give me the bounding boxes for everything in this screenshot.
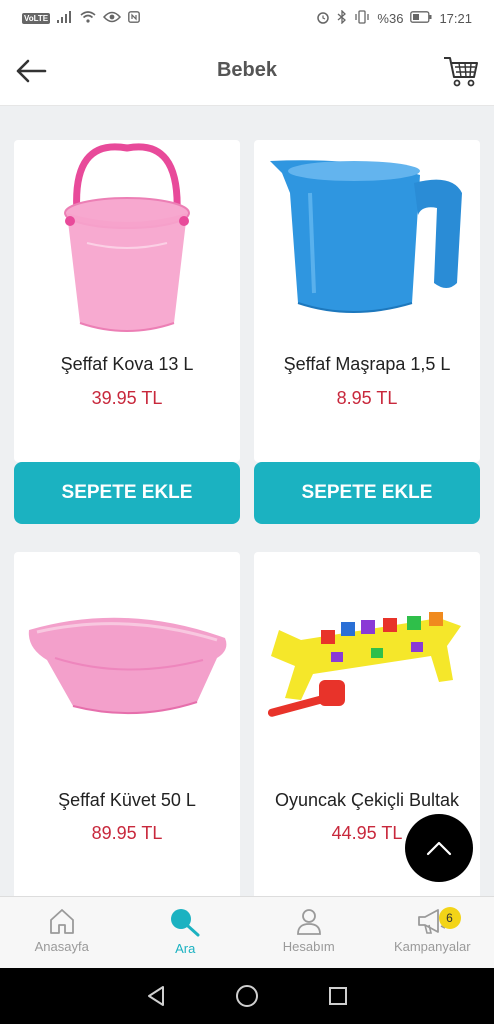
battery-percent: %36 bbox=[377, 10, 404, 26]
nav-label: Kampanyalar bbox=[393, 939, 471, 954]
system-recents-button[interactable] bbox=[323, 981, 353, 1011]
page-title: Bebek bbox=[216, 59, 278, 81]
status-right: %36 17:21 bbox=[316, 8, 472, 27]
bluetooth-icon bbox=[337, 8, 347, 27]
hammer-toy-image bbox=[267, 611, 461, 717]
alarm-icon bbox=[316, 10, 330, 27]
campaign-badge: 6 bbox=[438, 907, 461, 929]
search-icon bbox=[171, 909, 200, 937]
battery-icon bbox=[410, 10, 432, 26]
bottom-nav: Anasayfa Ara Hesabım 6 Kampanyalar bbox=[0, 896, 494, 968]
product-price: 89.95 TL bbox=[91, 823, 163, 843]
volte-indicator: VoLTE bbox=[22, 12, 51, 24]
product-image[interactable] bbox=[254, 562, 480, 767]
add-to-cart-button[interactable]: SEPETE EKLE bbox=[254, 462, 480, 524]
product-card[interactable]: Şeffaf Maşrapa 1,5 L 8.95 TL bbox=[254, 140, 480, 462]
product-image[interactable] bbox=[14, 562, 240, 767]
user-icon bbox=[296, 909, 321, 935]
product-card[interactable]: Şeffaf Kova 13 L 39.95 TL bbox=[14, 140, 240, 462]
back-button[interactable] bbox=[14, 54, 48, 88]
nav-item-account[interactable]: Hesabım bbox=[247, 897, 371, 968]
bucket-image bbox=[64, 142, 190, 332]
product-image[interactable] bbox=[254, 140, 480, 345]
wifi-icon bbox=[80, 10, 96, 26]
nav-label: Hesabım bbox=[282, 939, 335, 954]
vibrate-icon bbox=[354, 9, 370, 27]
product-price: 8.95 TL bbox=[336, 388, 398, 408]
eye-icon bbox=[103, 11, 122, 26]
cart-icon bbox=[444, 57, 478, 87]
status-left: VoLTE bbox=[22, 10, 141, 26]
back-arrow-icon bbox=[16, 59, 47, 83]
square-recents-icon bbox=[329, 987, 348, 1005]
product-price: 39.95 TL bbox=[91, 388, 163, 408]
nav-label: Ara bbox=[175, 941, 196, 956]
system-back-button[interactable] bbox=[141, 981, 171, 1011]
triangle-back-icon bbox=[147, 986, 164, 1006]
home-icon bbox=[49, 909, 74, 934]
cart-button[interactable] bbox=[442, 52, 480, 90]
signal-icon bbox=[57, 10, 73, 26]
nav-item-home[interactable]: Anasayfa bbox=[0, 897, 124, 968]
status-bar: VoLTE %36 17:21 bbox=[0, 0, 494, 36]
product-name[interactable]: Şeffaf Kova 13 L bbox=[14, 354, 240, 375]
product-card[interactable]: Şeffaf Küvet 50 L 89.95 TL bbox=[14, 552, 240, 902]
system-nav-bar bbox=[0, 968, 494, 1024]
nfc-icon bbox=[128, 10, 141, 26]
scroll-to-top-button[interactable] bbox=[405, 814, 473, 882]
product-name[interactable]: Oyuncak Çekiçli Bultak bbox=[254, 790, 480, 811]
app-header: Bebek bbox=[0, 36, 494, 106]
tub-image bbox=[28, 617, 226, 714]
chevron-up-icon bbox=[426, 841, 452, 856]
product-name[interactable]: Şeffaf Maşrapa 1,5 L bbox=[254, 354, 480, 375]
product-image[interactable] bbox=[14, 140, 240, 345]
system-home-button[interactable] bbox=[232, 981, 262, 1011]
product-name[interactable]: Şeffaf Küvet 50 L bbox=[14, 790, 240, 811]
nav-item-campaigns[interactable]: 6 Kampanyalar bbox=[371, 897, 494, 968]
nav-label: Anasayfa bbox=[34, 939, 89, 954]
clock: 17:21 bbox=[439, 10, 472, 26]
add-to-cart-button[interactable]: SEPETE EKLE bbox=[14, 462, 240, 524]
jug-image bbox=[270, 159, 462, 313]
nav-item-search[interactable]: Ara bbox=[124, 897, 248, 968]
circle-home-icon bbox=[235, 985, 258, 1007]
